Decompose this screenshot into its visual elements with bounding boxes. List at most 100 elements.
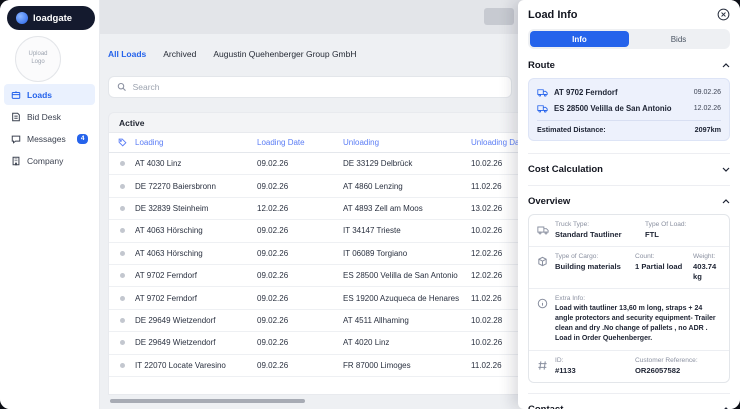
loading-date-cell: 09.02.26	[257, 249, 343, 258]
extra-info-value: Load with tautliner 13,60 m long, straps…	[555, 304, 721, 345]
unloading-cell: ES 28500 Velilla de San Antonio	[343, 271, 471, 280]
chevron-up-icon	[722, 199, 730, 204]
weight-label: Weight:	[693, 253, 721, 260]
load-type-label: Type Of Load:	[645, 221, 721, 228]
messages-count-badge: 4	[77, 134, 88, 144]
sidebar-item-label: Messages	[27, 134, 66, 144]
tag-icon	[118, 138, 127, 147]
unloading-cell: AT 4511 Allhaming	[343, 316, 471, 325]
route-card: AT 9702 Ferndorf 09.02.26 ES 28500 Velil…	[528, 78, 730, 141]
loading-cell: IT 22070 Locate Varesino	[135, 361, 257, 370]
load-info-drawer: Load Info Info Bids Route AT 9702 Ferndo…	[518, 0, 740, 409]
upload-logo-button[interactable]: Upload Logo	[15, 36, 61, 82]
route-section-header[interactable]: Route	[528, 60, 730, 71]
truck-departure-icon	[537, 88, 548, 97]
loading-date-cell: 09.02.26	[257, 338, 343, 347]
loading-cell: AT 4063 Hörsching	[135, 249, 257, 258]
tab-bids[interactable]: Bids	[629, 31, 728, 47]
chevron-up-icon	[722, 63, 730, 68]
overview-title: Overview	[528, 196, 570, 207]
estimated-distance-label: Estimated Distance:	[537, 125, 606, 134]
estimated-distance-row: Estimated Distance: 2097km	[537, 124, 721, 135]
load-type-value: FTL	[645, 230, 721, 240]
loading-date-cell: 09.02.26	[257, 182, 343, 191]
search-input[interactable]	[133, 82, 503, 92]
tab-info[interactable]: Info	[530, 31, 629, 47]
unloading-cell: AT 4860 Lenzing	[343, 182, 471, 191]
sidebar-item-messages[interactable]: Messages 4	[4, 128, 95, 149]
tab-all-loads[interactable]: All Loads	[108, 49, 146, 59]
overview-card: Truck Type: Standard Tautliner Type Of L…	[528, 214, 730, 383]
unloading-cell: ES 19200 Azuqueca de Henares	[343, 294, 471, 303]
loading-date-cell: 12.02.26	[257, 204, 343, 213]
overview-section-header[interactable]: Overview	[528, 185, 730, 207]
status-dot	[120, 296, 125, 301]
route-stop: ES 28500 Velilla de San Antonio 12.02.26	[537, 100, 721, 116]
loading-date-cell: 09.02.26	[257, 316, 343, 325]
cargo-box-icon	[537, 253, 549, 282]
active-section-title: Active	[119, 118, 145, 128]
route-stop-date: 09.02.26	[694, 89, 721, 96]
loading-cell: AT 4063 Hörsching	[135, 226, 257, 235]
count-label: Count:	[635, 253, 687, 260]
loading-date-cell: 09.02.26	[257, 159, 343, 168]
loads-tabs: All Loads Archived Augustin Quehenberger…	[108, 49, 357, 59]
status-dot	[120, 363, 125, 368]
sidebar-item-bid-desk[interactable]: Bid Desk	[4, 106, 95, 127]
close-icon[interactable]	[717, 8, 730, 21]
unloading-cell: AT 4020 Linz	[343, 338, 471, 347]
status-dot	[120, 161, 125, 166]
loading-cell: DE 29649 Wietzendorf	[135, 338, 257, 347]
search-box	[108, 76, 512, 98]
truck-icon	[537, 221, 549, 240]
customer-reference-label: Customer Reference:	[635, 357, 721, 364]
logo-text: loadgate	[33, 13, 72, 24]
unloading-cell: FR 87000 Limoges	[343, 361, 471, 370]
weight-value: 403.74 kg	[693, 262, 721, 282]
truck-type-label: Truck Type:	[555, 221, 639, 228]
search-icon	[117, 82, 127, 92]
contact-section-header[interactable]: Contact	[528, 393, 730, 409]
company-icon	[11, 156, 21, 166]
col-header-loading-date[interactable]: Loading Date	[257, 138, 343, 147]
truck-type-row: Truck Type: Standard Tautliner Type Of L…	[529, 215, 729, 247]
info-icon	[537, 295, 549, 345]
sidebar-item-loads[interactable]: Loads	[4, 84, 95, 105]
customer-reference-value: OR26057582	[635, 366, 721, 376]
sidebar-nav: Loads Bid Desk Messages 4 Company	[0, 84, 99, 171]
loading-cell: AT 9702 Ferndorf	[135, 294, 257, 303]
cargo-row: Type of Cargo: Building materials Count:…	[529, 247, 729, 289]
id-row: ID: #1133 Customer Reference: OR26057582	[529, 351, 729, 382]
horizontal-scrollbar[interactable]	[110, 399, 305, 403]
loading-date-cell: 09.02.26	[257, 294, 343, 303]
loadgate-logo-icon	[16, 12, 28, 24]
col-header-loading[interactable]: Loading	[135, 138, 257, 147]
status-dot	[120, 251, 125, 256]
messages-icon	[11, 134, 21, 144]
status-dot	[120, 340, 125, 345]
tab-company-group[interactable]: Augustin Quehenberger Group GmbH	[213, 49, 356, 59]
route-stop: AT 9702 Ferndorf 09.02.26	[537, 84, 721, 100]
id-label: ID:	[555, 357, 629, 364]
tab-archived[interactable]: Archived	[163, 49, 196, 59]
header-action-placeholder[interactable]	[484, 8, 514, 25]
loading-cell: DE 29649 Wietzendorf	[135, 316, 257, 325]
drawer-title: Load Info	[528, 9, 578, 21]
upload-logo-label: Upload Logo	[22, 51, 54, 67]
cost-calculation-title: Cost Calculation	[528, 164, 603, 175]
id-value: #1133	[555, 366, 629, 376]
cost-calculation-section-header[interactable]: Cost Calculation	[528, 153, 730, 175]
loadgate-logo[interactable]: loadgate	[7, 6, 95, 30]
route-stop-location: AT 9702 Ferndorf	[554, 88, 688, 97]
sidebar-item-label: Company	[27, 156, 63, 166]
contact-title: Contact	[528, 404, 563, 409]
col-header-unloading[interactable]: Unloading	[343, 138, 471, 147]
loading-cell: AT 9702 Ferndorf	[135, 271, 257, 280]
extra-info-label: Extra Info:	[555, 295, 721, 302]
chevron-down-icon	[722, 167, 730, 172]
unloading-cell: DE 33129 Delbrück	[343, 159, 471, 168]
status-dot	[120, 184, 125, 189]
loading-cell: DE 72270 Baiersbronn	[135, 182, 257, 191]
sidebar-item-company[interactable]: Company	[4, 150, 95, 171]
sidebar: loadgate Upload Logo Loads Bid Desk Mess…	[0, 0, 100, 409]
